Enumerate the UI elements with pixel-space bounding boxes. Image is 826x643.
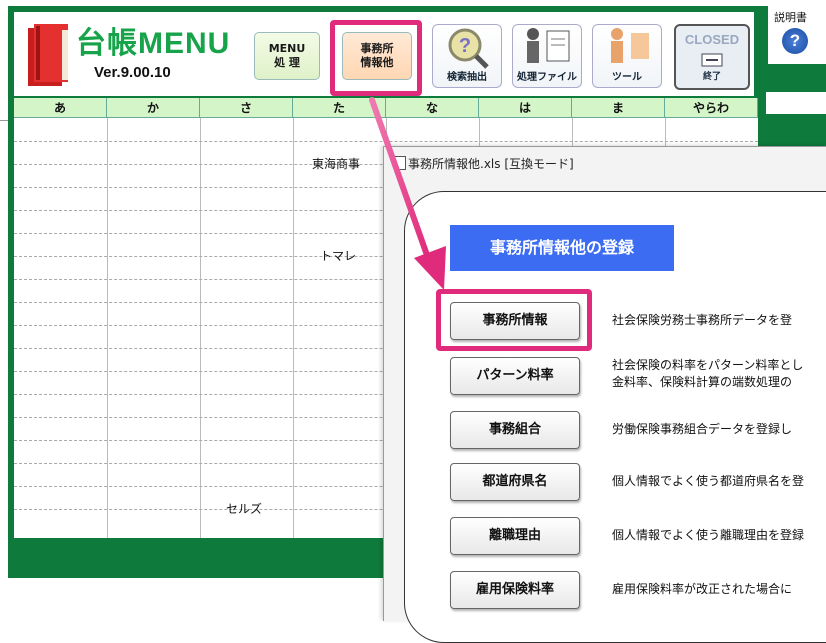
worker-files-icon (527, 28, 570, 63)
resignation-reason-button[interactable]: 離職理由 (450, 517, 580, 555)
prefecture-description: 個人情報でよく使う都道府県名を登 (612, 473, 826, 490)
kana-col-ha[interactable]: は (479, 98, 572, 118)
pattern-rate-button[interactable]: パターン料率 (450, 357, 580, 395)
exit-label: 終了 (702, 72, 721, 82)
grid-col-line (107, 118, 108, 538)
office-info-description: 社会保険労務士事務所データを登 (612, 312, 826, 329)
tools-icon (611, 28, 649, 63)
prefecture-button[interactable]: 都道府県名 (450, 463, 580, 501)
header-panel: 台帳MENU Ver.9.00.10 MENU 処 理 事務所 情報他 ? 検索… (14, 12, 754, 96)
kana-col-ma[interactable]: ま (572, 98, 665, 118)
menu-button-line2: 処 理 (274, 56, 300, 69)
grid-row-line (14, 141, 758, 142)
option-desc-line: 雇用保険料率が改正された場合に (612, 582, 793, 596)
help-label: 説明書 (774, 11, 807, 24)
excel-file-icon (394, 156, 406, 170)
kana-col-ka[interactable]: か (107, 98, 200, 118)
resignation-reason-description: 個人情報でよく使う離職理由を登録 (612, 527, 826, 544)
option-desc-line: 個人情報でよく使う都道府県名を登 (612, 474, 805, 488)
grid-col-line (200, 118, 201, 538)
ledger-book-icon (28, 24, 68, 86)
tools-label: ツール (612, 72, 642, 83)
menu-button-line1: MENU (268, 41, 306, 55)
office-union-button[interactable]: 事務組合 (450, 411, 580, 449)
option-desc-line: 社会保険労務士事務所データを登 (612, 313, 793, 327)
pattern-rate-description: 社会保険の料率をパターン料率とし 金料率、保険料計算の端数処理の (612, 357, 826, 391)
kana-header-row: あ か さ た な は ま やらわ (14, 98, 758, 118)
magnifier-icon: ? (448, 28, 489, 69)
kana-col-sa[interactable]: さ (200, 98, 293, 118)
close-app-button[interactable]: CLOSED 終了 (674, 24, 750, 90)
grid-col-line (293, 118, 294, 538)
option-desc-line: 個人情報でよく使う離職理由を登録 (612, 528, 805, 542)
employment-insurance-rate-description: 雇用保険料率が改正された場合に (612, 581, 826, 598)
option-desc-line: 金料率、保険料計算の端数処理の (612, 375, 793, 389)
svg-text:?: ? (459, 35, 471, 57)
office-button-highlight (330, 20, 422, 96)
help-icon[interactable]: ? (782, 28, 808, 54)
option-desc-line: 社会保険の料率をパターン料率とし (612, 358, 804, 372)
right-blank-cell (766, 92, 826, 114)
office-union-description: 労働保険事務組合データを登録し (612, 421, 826, 438)
tools-button[interactable]: ツール (592, 24, 662, 88)
dialog-title: 事務所情報他.xls [互換モード] (408, 157, 574, 171)
app-title: 台帳MENU (76, 27, 231, 60)
dialog-heading: 事務所情報他の登録 (450, 225, 674, 271)
process-files-label: 処理ファイル (517, 72, 577, 83)
employment-insurance-rate-button[interactable]: 雇用保険料率 (450, 571, 580, 609)
kana-col-ta[interactable]: た (293, 98, 386, 118)
option-desc-line: 労働保険事務組合データを登録し (612, 422, 793, 436)
menu-button[interactable]: MENU 処 理 (254, 32, 320, 80)
help-area: 説明書 ? (768, 6, 826, 64)
dialog-window: 事務所情報他.xls [互換モード] 事務所情報他の登録 事務所情報 社会保険労… (383, 146, 826, 643)
kana-col-na[interactable]: な (386, 98, 479, 118)
kana-col-a[interactable]: あ (14, 98, 107, 118)
exit-door-icon (701, 53, 723, 67)
kana-col-yarawa[interactable]: やらわ (665, 98, 758, 118)
company-cell[interactable]: 東海商事 (312, 155, 360, 172)
app-version: Ver.9.00.10 (94, 64, 171, 81)
process-files-button[interactable]: 処理ファイル (512, 24, 582, 88)
office-info-option-button[interactable]: 事務所情報 (450, 302, 580, 340)
search-extract-label: 検索抽出 (447, 72, 487, 83)
company-cell[interactable]: トマレ (320, 247, 356, 264)
closed-label: CLOSED (684, 32, 740, 47)
company-cell[interactable]: セルズ (226, 500, 262, 517)
search-extract-button[interactable]: ? 検索抽出 (432, 24, 502, 88)
